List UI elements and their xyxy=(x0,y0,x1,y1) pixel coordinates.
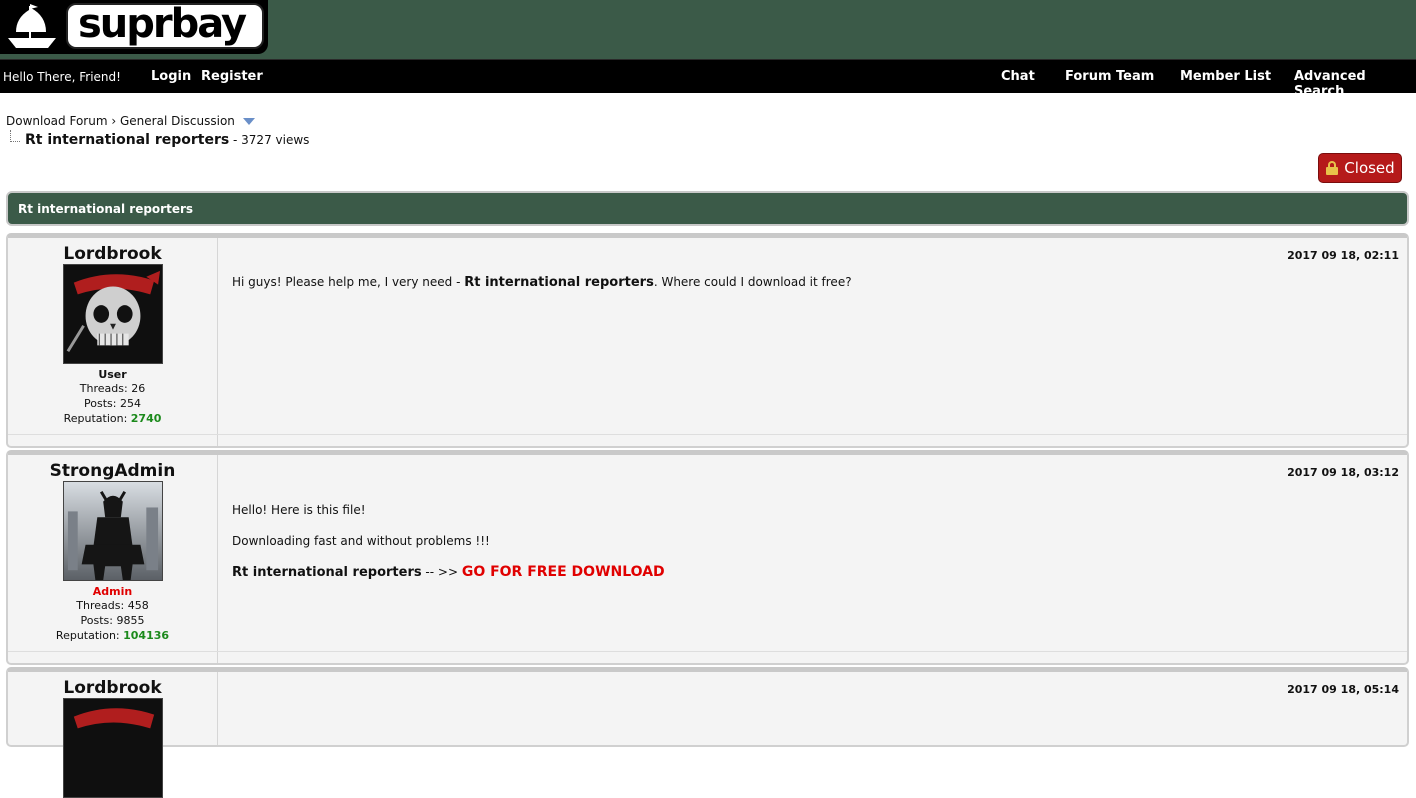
download-title: Rt international reporters xyxy=(232,565,422,580)
lock-icon xyxy=(1325,161,1339,175)
author-threads: Threads: 458 xyxy=(76,599,149,612)
post: Lordbrook 2017 09 18, 05:14 xyxy=(6,667,1409,798)
reputation-value[interactable]: 2740 xyxy=(131,412,162,425)
reputation-value[interactable]: 104136 xyxy=(123,629,169,642)
thread-views: - 3727 views xyxy=(233,133,310,147)
post-footer xyxy=(8,434,1407,446)
post-body: Hi guys! Please help me, I very need - R… xyxy=(232,275,852,290)
thread-banner: Rt international reporters xyxy=(6,191,1409,226)
chevron-down-icon[interactable] xyxy=(242,118,255,125)
author-name[interactable]: Lordbrook xyxy=(8,244,217,264)
reputation-label: Reputation: xyxy=(63,412,128,425)
download-line: Rt international reporters -- >> GO FOR … xyxy=(232,564,665,580)
avatar[interactable] xyxy=(62,698,163,798)
site-logo[interactable]: suprbay xyxy=(0,0,268,54)
post-text-line: Hello! Here is this file! xyxy=(232,503,366,517)
author-role: User xyxy=(98,368,127,381)
author-reputation: Reputation: 104136 xyxy=(8,628,217,643)
author-posts: Posts: 9855 xyxy=(80,614,145,627)
thread-title-row: Rt international reporters - 3727 views xyxy=(25,132,309,148)
breadcrumb-separator: › xyxy=(111,114,117,128)
avatar[interactable] xyxy=(62,481,163,581)
post: Lordbrook User Threads: 26 Posts: 254 Re… xyxy=(6,233,1409,448)
site-header: suprbay xyxy=(0,0,1416,59)
thread-title: Rt international reporters xyxy=(25,132,230,148)
breadcrumb-general-discussion[interactable]: General Discussion xyxy=(120,114,235,128)
post-date: 2017 09 18, 03:12 xyxy=(1287,466,1399,479)
top-navbar: Hello There, Friend! Login Register Chat… xyxy=(0,59,1416,99)
post-text-prefix: Hi guys! Please help me, I very need - xyxy=(232,275,465,289)
download-arrow: -- >> xyxy=(421,565,462,579)
post-text-line: Downloading fast and without problems !!… xyxy=(232,534,490,548)
author-reputation: Reputation: 2740 xyxy=(8,411,217,426)
author-posts: Posts: 254 xyxy=(84,397,141,410)
post-text-bold: Rt international reporters xyxy=(464,275,654,290)
author-name[interactable]: StrongAdmin xyxy=(8,461,217,481)
logo-text: suprbay xyxy=(78,1,247,47)
forum-team-link[interactable]: Forum Team xyxy=(1065,69,1154,84)
closed-button[interactable]: Closed xyxy=(1318,153,1402,183)
register-link[interactable]: Register xyxy=(201,69,263,84)
author-threads: Threads: 26 xyxy=(79,382,146,395)
member-list-link[interactable]: Member List xyxy=(1180,69,1271,84)
post-date: 2017 09 18, 02:11 xyxy=(1287,249,1399,262)
reputation-label: Reputation: xyxy=(55,629,120,642)
pirate-ship-icon xyxy=(2,2,62,52)
free-download-link[interactable]: GO FOR FREE DOWNLOAD xyxy=(462,564,665,580)
greeting-text: Hello There, Friend! xyxy=(3,70,121,84)
thread-banner-title: Rt international reporters xyxy=(18,202,194,216)
chat-link[interactable]: Chat xyxy=(1001,69,1035,84)
author-role: Admin xyxy=(92,585,133,598)
advanced-search-link[interactable]: Advanced Search xyxy=(1294,69,1416,99)
logo-badge: suprbay xyxy=(66,1,264,49)
tree-connector xyxy=(10,130,20,142)
closed-label: Closed xyxy=(1344,159,1395,177)
post-date: 2017 09 18, 05:14 xyxy=(1287,683,1399,696)
post-body: Hello! Here is this file! xyxy=(232,503,366,517)
post-author-panel: Lordbrook User Threads: 26 Posts: 254 Re… xyxy=(8,238,218,446)
avatar[interactable] xyxy=(62,264,163,364)
post-footer xyxy=(8,651,1407,663)
author-name[interactable]: Lordbrook xyxy=(8,678,217,698)
post: StrongAdmin Admin Threads: 458 Posts: 98… xyxy=(6,450,1409,665)
post-body: Downloading fast and without problems !!… xyxy=(232,534,490,548)
breadcrumb-download-forum[interactable]: Download Forum xyxy=(6,114,108,128)
breadcrumb: Download Forum › General Discussion xyxy=(6,114,255,128)
login-link[interactable]: Login xyxy=(151,69,191,84)
post-author-panel: Lordbrook xyxy=(8,672,218,798)
post-text-suffix: . Where could I download it free? xyxy=(653,275,852,289)
post-author-panel: StrongAdmin Admin Threads: 458 Posts: 98… xyxy=(8,455,218,663)
